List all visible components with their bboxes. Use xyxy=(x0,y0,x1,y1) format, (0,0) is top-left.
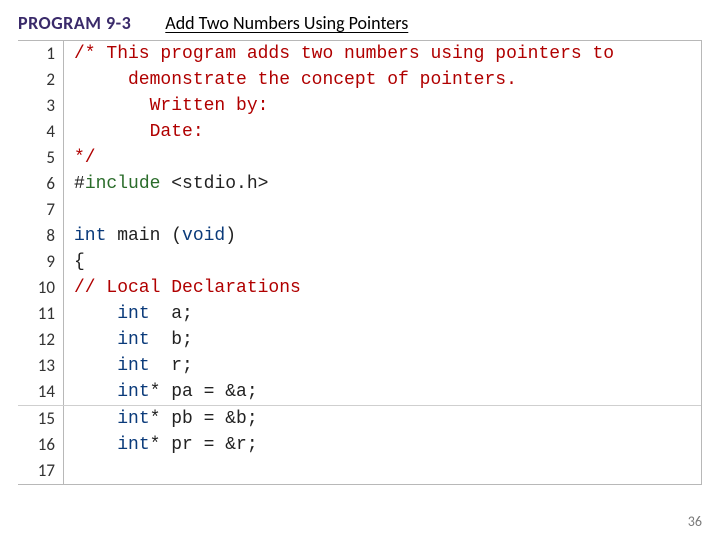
line-number: 16 xyxy=(18,432,64,458)
code-token: { xyxy=(74,252,85,272)
code-token xyxy=(74,435,117,455)
code-token: b; xyxy=(150,330,193,350)
code-token xyxy=(74,356,117,376)
code-text xyxy=(64,458,74,484)
code-line: 6#include <stdio.h> xyxy=(18,171,701,197)
code-text: int* pr = &r; xyxy=(64,432,258,458)
code-token: */ xyxy=(74,148,96,168)
line-number: 6 xyxy=(18,171,64,197)
code-line: 13 int r; xyxy=(18,353,701,379)
code-token: int xyxy=(117,382,149,402)
line-number: 7 xyxy=(18,197,64,223)
line-number: 5 xyxy=(18,145,64,171)
line-number: 1 xyxy=(18,41,64,67)
page-number: 36 xyxy=(688,513,702,530)
code-text: int b; xyxy=(64,327,193,353)
code-text: int main (void) xyxy=(64,223,236,249)
code-text: // Local Declarations xyxy=(64,275,301,301)
code-token: * pr = &r; xyxy=(150,435,258,455)
code-token: // Local Declarations xyxy=(74,278,301,298)
code-line: 12 int b; xyxy=(18,327,701,353)
code-token: int xyxy=(117,409,149,429)
code-token: /* This program adds two numbers using p… xyxy=(74,44,614,64)
code-token: Written by: xyxy=(74,96,268,116)
code-text: { xyxy=(64,249,85,275)
code-token: main ( xyxy=(106,226,182,246)
line-number: 8 xyxy=(18,223,64,249)
code-line: 1 /* This program adds two numbers using … xyxy=(18,41,701,67)
code-token: void xyxy=(182,226,225,246)
code-token: ) xyxy=(225,226,236,246)
slide: PROGRAM 9-3 Add Two Numbers Using Pointe… xyxy=(0,0,720,540)
code-token: a; xyxy=(150,304,193,324)
program-title: Add Two Numbers Using Pointers xyxy=(165,12,408,34)
code-token xyxy=(74,409,117,429)
code-line: 11 int a; xyxy=(18,301,701,327)
line-number: 4 xyxy=(18,119,64,145)
code-line: 16 int* pr = &r; xyxy=(18,432,701,458)
code-line: 5 */ xyxy=(18,145,701,171)
code-line: 15 int* pb = &b; xyxy=(18,406,701,432)
line-number: 14 xyxy=(18,379,64,405)
code-token: * pa = &a; xyxy=(150,382,258,402)
line-number: 15 xyxy=(18,406,64,432)
line-number: 10 xyxy=(18,275,64,301)
code-line: 2 demonstrate the concept of pointers. xyxy=(18,67,701,93)
code-line: 14 int* pa = &a; xyxy=(18,379,701,405)
program-label: PROGRAM 9-3 xyxy=(18,12,131,34)
code-line: 17 xyxy=(18,458,701,484)
code-line: 4 Date: xyxy=(18,119,701,145)
code-token xyxy=(74,382,117,402)
line-number: 17 xyxy=(18,458,64,484)
code-token: int xyxy=(117,304,149,324)
code-text: #include <stdio.h> xyxy=(64,171,268,197)
code-token xyxy=(74,330,117,350)
code-token: # xyxy=(74,174,85,194)
header: PROGRAM 9-3 Add Two Numbers Using Pointe… xyxy=(18,12,702,34)
line-number: 9 xyxy=(18,249,64,275)
code-text xyxy=(64,197,74,223)
code-text: int* pa = &a; xyxy=(64,379,258,405)
code-text: */ xyxy=(64,145,96,171)
line-number: 12 xyxy=(18,327,64,353)
code-line: 9{ xyxy=(18,249,701,275)
code-token: int xyxy=(117,356,149,376)
line-number: 13 xyxy=(18,353,64,379)
code-token: int xyxy=(74,226,106,246)
code-line: 8int main (void) xyxy=(18,223,701,249)
line-number: 11 xyxy=(18,301,64,327)
code-token: demonstrate the concept of pointers. xyxy=(74,70,517,90)
code-text: demonstrate the concept of pointers. xyxy=(64,67,517,93)
code-token xyxy=(74,304,117,324)
code-text: int r; xyxy=(64,353,193,379)
code-text: int a; xyxy=(64,301,193,327)
code-token: int xyxy=(117,435,149,455)
code-token: Date: xyxy=(74,122,204,142)
code-line: 10 // Local Declarations xyxy=(18,275,701,301)
code-block: 1 /* This program adds two numbers using … xyxy=(18,40,702,485)
code-text: int* pb = &b; xyxy=(64,406,258,432)
code-token: int xyxy=(117,330,149,350)
line-number: 2 xyxy=(18,67,64,93)
code-text: Written by: xyxy=(64,93,268,119)
line-number: 3 xyxy=(18,93,64,119)
code-text: Date: xyxy=(64,119,204,145)
code-token: * pb = &b; xyxy=(150,409,258,429)
code-token: include xyxy=(85,174,161,194)
code-line: 3 Written by: xyxy=(18,93,701,119)
code-text: /* This program adds two numbers using p… xyxy=(64,41,614,67)
code-token: <stdio.h> xyxy=(160,174,268,194)
code-line: 7 xyxy=(18,197,701,223)
code-token: r; xyxy=(150,356,193,376)
